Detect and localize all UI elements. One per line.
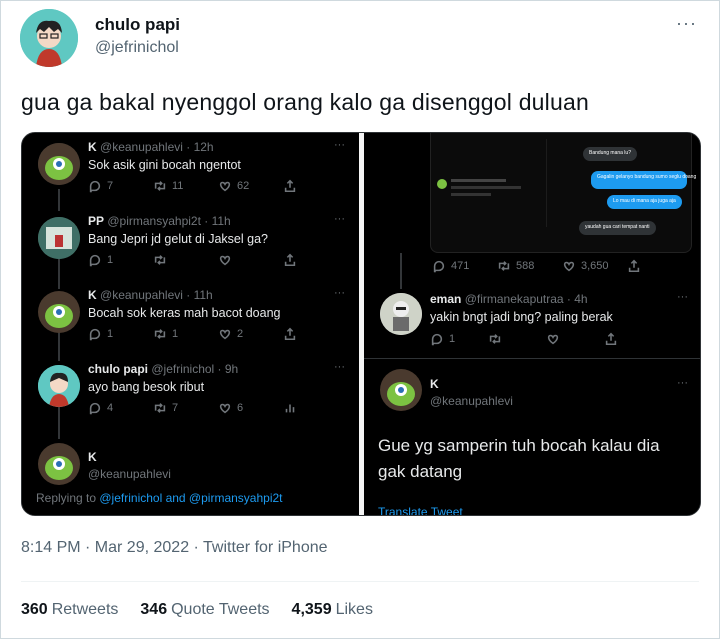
more-icon: ··· — [677, 291, 688, 303]
tweet-timestamp[interactable]: 8:14 PM · Mar 29, 2022 · Twitter for iPh… — [21, 539, 328, 557]
reply-actions: 1 1 2 — [88, 327, 348, 341]
thread-line — [58, 403, 60, 439]
reply-text: Bang Jepri jd gelut di Jaksel ga? — [88, 232, 268, 246]
reply-header: K — [430, 377, 439, 391]
reply-large-text-line1: Gue yg samperin tuh bocah kalau dia — [378, 436, 660, 455]
reply-actions: 471 588 3,650 — [432, 259, 692, 273]
reply-icon: 4 — [88, 401, 153, 415]
reply-large-text-line2: gak datang — [378, 462, 463, 481]
reply-avatar — [38, 443, 80, 485]
dm-bubble: yaudah gua cari tempat nanti — [579, 221, 656, 235]
thread-line — [58, 329, 60, 361]
reply-text: Sok asik gini bocah ngentot — [88, 158, 241, 172]
thread-line — [400, 253, 402, 289]
more-options-button[interactable]: ··· — [676, 13, 697, 34]
reply-text: Bocah sok keras mah bacot doang — [88, 306, 281, 320]
more-icon: ··· — [334, 361, 345, 373]
reply-icon: 1 — [430, 332, 488, 346]
reply-avatar — [38, 143, 80, 185]
retweet-icon: 1 — [153, 327, 218, 341]
reply-icon: 7 — [88, 179, 153, 193]
likes-stat[interactable]: 4,359 Likes — [292, 601, 373, 619]
retweets-stat[interactable]: 360 Retweets — [21, 601, 118, 619]
share-icon — [283, 253, 348, 267]
thread-line — [58, 259, 60, 289]
thread-line — [58, 189, 60, 211]
reply-header: K @keanupahlevi · 11h — [88, 288, 213, 302]
share-icon — [627, 259, 692, 273]
retweet-icon — [488, 332, 546, 346]
more-icon: ··· — [334, 139, 345, 151]
reply-icon: 1 — [88, 253, 153, 267]
reply-actions: 4 7 6 — [88, 401, 348, 415]
share-icon — [283, 327, 348, 341]
reply-header: K @keanupahlevi · 12h — [88, 140, 214, 154]
reply-actions: 1 — [430, 332, 662, 346]
reply-avatar — [38, 365, 80, 407]
media-image-right[interactable]: Bandung mana lu? Gagalin gelanyo bandung… — [364, 133, 700, 515]
reply-handle: @keanupahlevi — [430, 394, 513, 408]
reply-actions: 1 — [88, 253, 348, 267]
reply-handle: @keanupahlevi — [88, 467, 171, 481]
reply-header: PP @pirmansyahpi2t · 11h — [88, 214, 231, 228]
translate-tweet-link[interactable]: Translate Tweet — [378, 505, 463, 515]
more-icon: ··· — [677, 377, 688, 389]
dm-bubble: Lo mau di mana aja juga aja — [607, 195, 682, 209]
replying-to: Replying to @jefrinichol and @pirmansyah… — [36, 491, 283, 505]
retweet-icon: 11 — [153, 179, 218, 193]
retweet-icon: 7 — [153, 401, 218, 415]
reply-text: ayo bang besok ribut — [88, 380, 205, 394]
divider — [21, 581, 699, 582]
author-avatar[interactable] — [20, 9, 78, 67]
quote-tweets-stat[interactable]: 346 Quote Tweets — [140, 601, 269, 619]
more-icon: ··· — [334, 213, 345, 225]
reply-icon: 471 — [432, 259, 497, 273]
like-icon — [218, 253, 283, 267]
like-icon: 62 — [218, 179, 283, 193]
dm-bubble: Bandung mana lu? — [583, 147, 637, 161]
like-icon: 2 — [218, 327, 283, 341]
tweet-card: chulo papi @jefrinichol ··· gua ga bakal… — [0, 0, 720, 639]
media-image-left[interactable]: K @keanupahlevi · 12h ··· Sok asik gini … — [22, 133, 359, 515]
retweet-icon — [153, 253, 218, 267]
retweet-icon: 588 — [497, 259, 562, 273]
dm-bubble: Gagalin gelanyo bandung sumo seglu doang — [591, 171, 696, 189]
more-icon: ··· — [334, 287, 345, 299]
reply-avatar — [380, 369, 422, 411]
like-icon: 3,650 — [562, 259, 627, 273]
tweet-media[interactable]: K @keanupahlevi · 12h ··· Sok asik gini … — [21, 132, 701, 516]
dm-screenshot: Bandung mana lu? Gagalin gelanyo bandung… — [430, 133, 696, 253]
share-icon — [604, 332, 662, 346]
author-handle[interactable]: @jefrinichol — [95, 39, 179, 57]
like-icon: 6 — [218, 401, 283, 415]
separator — [364, 358, 700, 359]
reply-icon: 1 — [88, 327, 153, 341]
tweet-stats: 360 Retweets 346 Quote Tweets 4,359 Likes — [21, 601, 373, 619]
reply-text: yakin bngt jadi bng? paling berak — [430, 310, 613, 324]
like-icon — [546, 332, 604, 346]
tweet-text: gua ga bakal nyenggol orang kalo ga dise… — [21, 89, 589, 115]
analytics-icon — [283, 401, 348, 415]
reply-header: eman @firmanekaputraa · 4h — [430, 292, 588, 306]
reply-avatar — [38, 291, 80, 333]
reply-header: chulo papi @jefrinichol · 9h — [88, 362, 239, 376]
reply-avatar — [38, 217, 80, 259]
share-icon — [283, 179, 348, 193]
author-name[interactable]: chulo papi — [95, 15, 180, 35]
reply-avatar — [380, 293, 422, 335]
reply-actions: 7 11 62 — [88, 179, 348, 193]
reply-header: K — [88, 450, 97, 464]
